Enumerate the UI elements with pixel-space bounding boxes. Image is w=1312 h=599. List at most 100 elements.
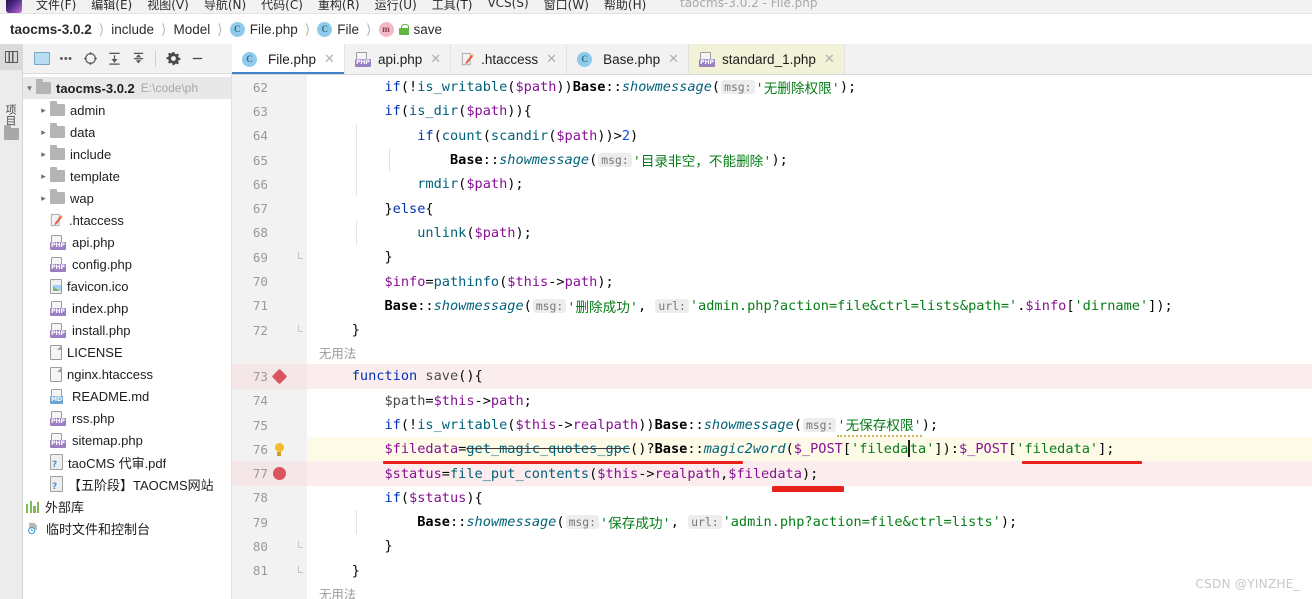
editor-gutter[interactable]: 80 (232, 534, 307, 559)
tab-htaccess[interactable]: .htaccess ✕ (451, 44, 568, 74)
editor-gutter[interactable]: 76 (232, 437, 307, 462)
editor-gutter[interactable]: 71 (232, 293, 307, 318)
code-line[interactable]: 62 if (! is_writable($path)) Base:: showmess… (232, 75, 1312, 100)
folder-icon[interactable] (4, 125, 19, 140)
editor-gutter[interactable]: 78 (232, 485, 307, 541)
method-separator-diamond-icon[interactable] (268, 368, 290, 385)
editor-gutter[interactable]: 79 (232, 510, 307, 535)
menu-item-code[interactable]: 代码(C) (261, 0, 303, 13)
tree-row-data[interactable]: ▸ data (23, 121, 231, 143)
tree-row-include[interactable]: ▸ include (23, 143, 231, 165)
tree-row-root[interactable]: ▾ taocms-3.0.2 E:\code\ph (23, 77, 231, 99)
tree-row-readme-md[interactable]: MD README.md (23, 385, 231, 407)
code-editor[interactable]: 62 if (! is_writable($path)) Base:: showmess… (232, 75, 1312, 599)
code-line[interactable]: 69 } (232, 245, 1312, 270)
code-line[interactable]: 74 $path = $this -> path; (232, 388, 1312, 413)
code-line[interactable]: 75 if (! is_writable($this -> realpath)) Base… (232, 412, 1312, 438)
menu-item-view[interactable]: 视图(V) (147, 0, 189, 13)
tree-row-license[interactable]: LICENSE (23, 341, 231, 363)
editor-gutter[interactable]: 66 (232, 172, 307, 197)
editor-gutter[interactable]: 64 (232, 123, 307, 148)
code-line[interactable]: 68 unlink($path); (232, 220, 1312, 246)
editor-gutter[interactable]: 68 (232, 220, 307, 246)
editor-gutter[interactable]: 75 (232, 412, 307, 438)
breadcrumb-item-save-method[interactable]: m save (378, 21, 442, 37)
menu-item-vcs[interactable]: VCS(S) (487, 0, 528, 13)
menu-item-window[interactable]: 窗口(W) (544, 0, 589, 13)
chevron-right-icon[interactable]: ▸ (37, 105, 50, 116)
close-icon[interactable]: ✕ (668, 51, 679, 67)
tab-api-php[interactable]: PHP api.php ✕ (345, 44, 452, 74)
code-line[interactable]: 80 } (232, 534, 1312, 559)
close-icon[interactable]: ✕ (430, 51, 441, 67)
chevron-down-icon[interactable]: ▾ (23, 83, 36, 94)
breadcrumb-item-project[interactable]: taocms-3.0.2 (10, 22, 92, 37)
tree-row-scratches[interactable]: 临时文件和控制台 (23, 517, 231, 539)
fold-end-icon[interactable] (294, 566, 303, 576)
tree-row-nginx-htaccess[interactable]: nginx.htaccess (23, 363, 231, 385)
tree-row-external-libraries[interactable]: 外部库 (23, 495, 231, 517)
menu-item-navigate[interactable]: 导航(N) (204, 0, 246, 13)
chevron-right-icon[interactable]: ▸ (37, 149, 50, 160)
editor-gutter[interactable]: 81 (232, 558, 307, 583)
fold-collapse-icon[interactable] (294, 371, 303, 420)
editor-gutter[interactable]: 63 (232, 99, 307, 155)
project-tool-window-label[interactable]: 项目 (2, 104, 18, 126)
editor-gutter[interactable]: 74 (232, 388, 307, 413)
tree-row-sitemap-php[interactable]: PHP sitemap.php (23, 429, 231, 451)
close-icon[interactable]: ✕ (546, 51, 557, 67)
project-tool-window-icon[interactable] (0, 44, 23, 70)
code-vision-usage-row[interactable]: 无用法 (232, 342, 1312, 365)
code-line[interactable]: 73 function save(){ (232, 364, 1312, 420)
breadcrumb-item-model[interactable]: Model (174, 22, 211, 37)
chevron-right-icon[interactable]: ▸ (37, 193, 50, 204)
code-line[interactable]: 63 if(is_dir($path)){ (232, 99, 1312, 155)
chevron-right-icon[interactable]: ▸ (37, 171, 50, 182)
tree-row-favicon-ico[interactable]: favicon.ico (23, 275, 231, 297)
editor-gutter[interactable]: 65 (232, 147, 307, 173)
close-icon[interactable]: ✕ (824, 51, 835, 67)
code-line[interactable]: 66 rmdir($path); (232, 172, 1312, 197)
code-line[interactable]: 71 Base:: showmessage(msg: '删除成功', url:'ad… (232, 293, 1312, 318)
tree-row-rss-php[interactable]: PHP rss.php (23, 407, 231, 429)
settings-gear-icon[interactable] (162, 48, 184, 70)
tree-row-api-php[interactable]: PHP api.php (23, 231, 231, 253)
fold-end-icon[interactable] (294, 325, 303, 335)
fold-collapse-icon[interactable] (294, 493, 303, 541)
tab-file-php[interactable]: C File.php ✕ (232, 44, 345, 74)
editor-gutter[interactable]: 69 (232, 245, 307, 270)
tree-row-template[interactable]: ▸ template (23, 165, 231, 187)
close-icon[interactable]: ✕ (324, 51, 335, 67)
tree-row-admin[interactable]: ▸ admin (23, 99, 231, 121)
fold-collapse-icon[interactable] (294, 204, 303, 252)
menu-item-run[interactable]: 运行(U) (375, 0, 417, 13)
code-line[interactable]: 76 $filedata = get_magic_quotes_gpc ()? Base… (232, 437, 1312, 462)
intention-bulb-icon[interactable] (268, 442, 290, 456)
code-line[interactable]: 67 } else{ (232, 196, 1312, 252)
tree-row-install-php[interactable]: PHP install.php (23, 319, 231, 341)
code-line[interactable]: 77 $status = file_put_contents($this -> real… (232, 461, 1312, 486)
fold-end-icon[interactable] (294, 252, 303, 262)
editor-gutter[interactable]: 67 (232, 196, 307, 252)
tree-row-index-php[interactable]: PHP index.php (23, 297, 231, 319)
editor-gutter[interactable]: 70 (232, 269, 307, 294)
tree-row-config-php[interactable]: PHP config.php (23, 253, 231, 275)
select-opened-file-icon[interactable] (31, 48, 53, 70)
menu-item-help[interactable]: 帮助(H) (604, 0, 646, 13)
usage-count-label[interactable]: 无用法 (319, 585, 356, 599)
code-line[interactable]: 72 } (232, 317, 1312, 343)
fold-collapse-icon[interactable] (294, 106, 303, 155)
breakpoint-icon[interactable] (268, 467, 290, 481)
chevron-right-icon[interactable]: ▸ (37, 127, 50, 138)
tab-base-php[interactable]: C Base.php ✕ (567, 44, 690, 74)
locate-icon[interactable] (79, 48, 101, 70)
code-line[interactable]: 64 if(count(scandir($path))> 2) (232, 123, 1312, 148)
project-tree[interactable]: ▾ taocms-3.0.2 E:\code\ph ▸ admin ▸ data… (23, 74, 232, 599)
code-vision-usage-row[interactable]: 无用法 (232, 582, 1312, 599)
tree-row-taocms-pdf[interactable]: taoCMS 代审.pdf (23, 451, 231, 473)
menu-item-refactor[interactable]: 重构(R) (318, 0, 360, 13)
tree-row-wap[interactable]: ▸ wap (23, 187, 231, 209)
code-line[interactable]: 79 Base:: showmessage(msg: '保存成功', url:'ad… (232, 510, 1312, 535)
code-line[interactable]: 70 $info = pathinfo($this -> path); (232, 269, 1312, 294)
code-line[interactable]: 81 } (232, 558, 1312, 583)
